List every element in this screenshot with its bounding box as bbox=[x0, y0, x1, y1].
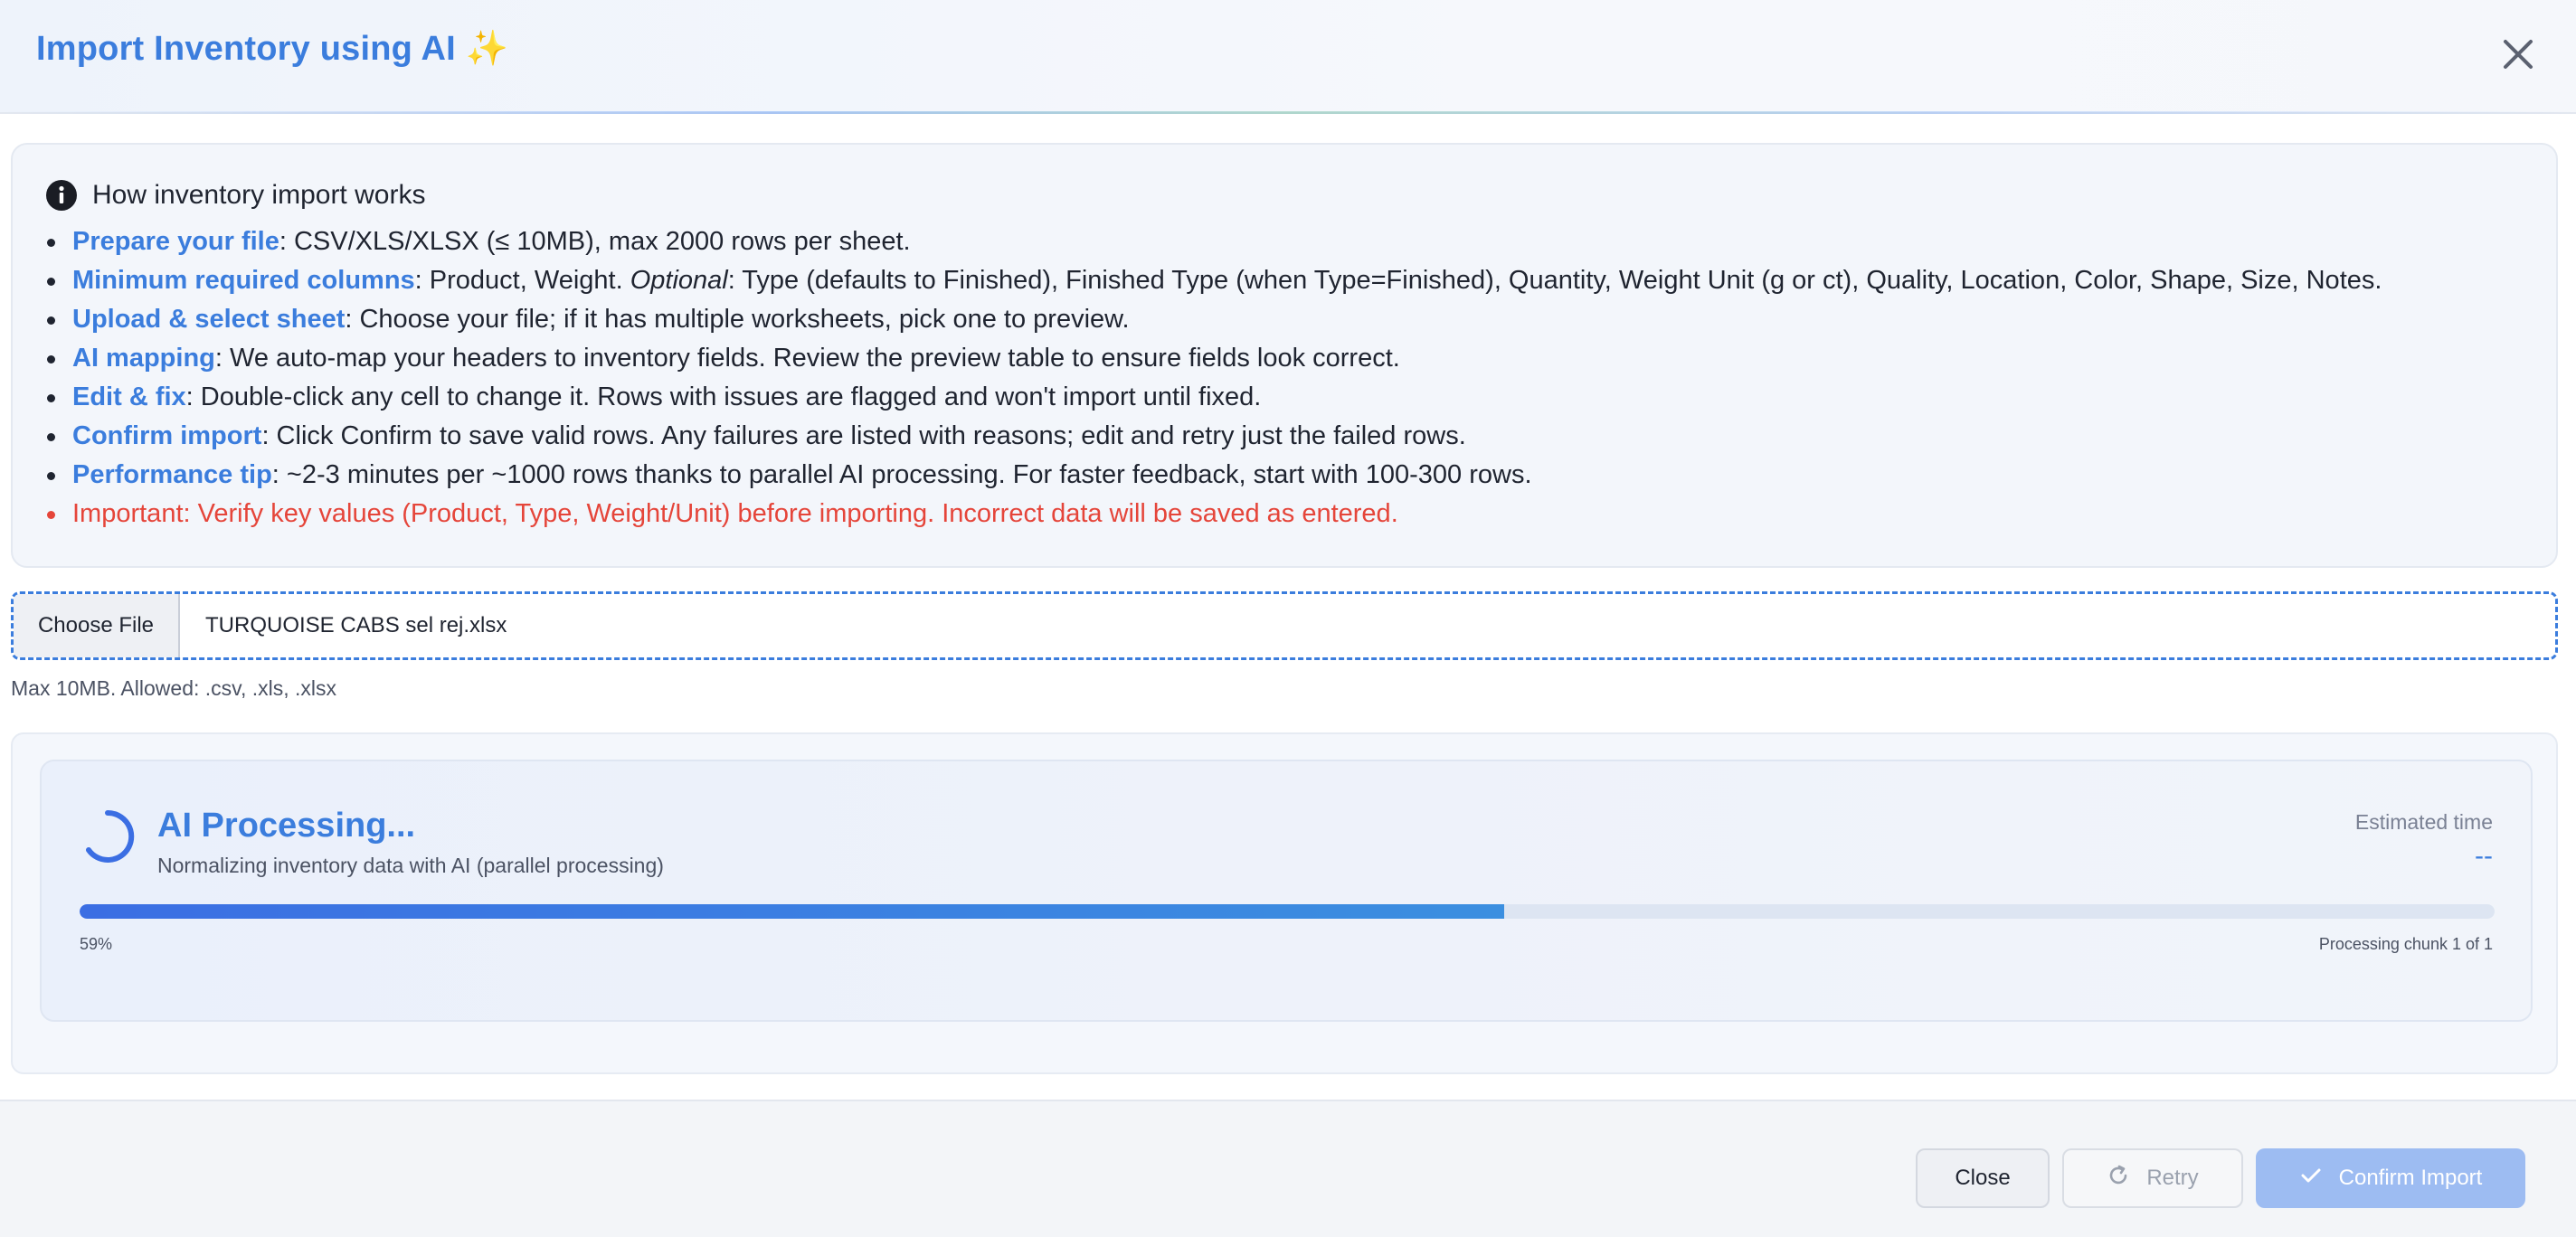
modal-title: Import Inventory using AI ✨ bbox=[36, 30, 509, 68]
processing-subtitle: Normalizing inventory data with AI (para… bbox=[157, 854, 664, 877]
list-item-text: : Product, Weight. bbox=[414, 266, 630, 295]
info-heading: How inventory import works bbox=[45, 179, 425, 212]
progress-chunk: Processing chunk 1 of 1 bbox=[2318, 935, 2493, 953]
list-item-text: : ~2-3 minutes per ~1000 rows thanks to … bbox=[271, 460, 1532, 489]
list-item-label: Confirm import bbox=[72, 421, 262, 450]
list-item-label: Performance tip bbox=[72, 460, 272, 489]
processing-card: AI Processing... Normalizing inventory d… bbox=[40, 760, 2533, 1022]
confirm-import-label: Confirm Import bbox=[2338, 1166, 2483, 1190]
list-item-label: AI mapping bbox=[72, 344, 215, 373]
list-item: AI mapping: We auto-map your headers to … bbox=[45, 339, 2382, 378]
list-item-text: : CSV/XLS/XLSX (≤ 10MB), max 2000 rows p… bbox=[279, 227, 911, 256]
modal-header: Import Inventory using AI ✨ bbox=[0, 0, 2576, 114]
list-item: Edit & fix: Double-click any cell to cha… bbox=[45, 378, 2382, 417]
estimated-time-value: -- bbox=[2475, 841, 2493, 871]
modal-footer: Close Retry Confirm Import bbox=[0, 1100, 2576, 1237]
list-item: Upload & select sheet: Choose your file;… bbox=[45, 300, 2382, 339]
file-input[interactable]: Choose File TURQUOISE CABS sel rej.xlsx bbox=[11, 591, 2558, 660]
close-button[interactable]: Close bbox=[1916, 1148, 2050, 1208]
refresh-icon bbox=[2107, 1164, 2146, 1194]
list-item-text: : Click Confirm to save valid rows. Any … bbox=[261, 421, 1466, 450]
file-hint: Max 10MB. Allowed: .csv, .xls, .xlsx bbox=[11, 676, 337, 700]
list-item-text: : Type (defaults to Finished), Finished … bbox=[727, 266, 2382, 295]
list-item-text: : Choose your file; if it has multiple w… bbox=[345, 305, 1130, 334]
spinner-icon bbox=[80, 808, 136, 864]
choose-file-button[interactable]: Choose File bbox=[14, 594, 180, 657]
estimated-time-label: Estimated time bbox=[2354, 810, 2493, 834]
progress-bar bbox=[80, 904, 2495, 919]
progress-percent: 59% bbox=[80, 935, 113, 953]
close-icon[interactable] bbox=[2496, 33, 2540, 76]
list-item: Confirm import: Click Confirm to save va… bbox=[45, 417, 2382, 456]
info-heading-text: How inventory import works bbox=[92, 180, 426, 210]
list-item-label: Minimum required columns bbox=[72, 266, 415, 295]
file-name: TURQUOISE CABS sel rej.xlsx bbox=[205, 613, 507, 637]
info-list: Prepare your file: CSV/XLS/XLSX (≤ 10MB)… bbox=[45, 222, 2382, 534]
list-item-label: Edit & fix bbox=[72, 382, 186, 411]
header-accent-line bbox=[0, 111, 2576, 114]
retry-button-label: Retry bbox=[2146, 1166, 2199, 1190]
list-item-label: Prepare your file bbox=[72, 227, 279, 256]
list-item-text: : We auto-map your headers to inventory … bbox=[214, 344, 1400, 373]
list-item: Minimum required columns: Product, Weigh… bbox=[45, 261, 2382, 300]
processing-title: AI Processing... bbox=[157, 807, 416, 845]
progress-fill bbox=[80, 904, 1505, 919]
list-item: Performance tip: ~2-3 minutes per ~1000 … bbox=[45, 456, 2382, 495]
retry-button[interactable]: Retry bbox=[2062, 1148, 2243, 1208]
close-button-label: Close bbox=[1955, 1166, 2011, 1190]
list-item: Prepare your file: CSV/XLS/XLSX (≤ 10MB)… bbox=[45, 222, 2382, 261]
list-item-text: : Double-click any cell to change it. Ro… bbox=[185, 382, 1262, 411]
info-icon bbox=[45, 179, 78, 212]
info-panel: How inventory import works Prepare your … bbox=[11, 143, 2558, 568]
optional-label: Optional bbox=[630, 266, 728, 295]
check-icon bbox=[2299, 1164, 2339, 1194]
warning-item: Important: Verify key values (Product, T… bbox=[45, 495, 2382, 534]
processing-section: AI Processing... Normalizing inventory d… bbox=[11, 732, 2558, 1074]
list-item-label: Upload & select sheet bbox=[72, 305, 346, 334]
confirm-import-button[interactable]: Confirm Import bbox=[2256, 1148, 2525, 1208]
